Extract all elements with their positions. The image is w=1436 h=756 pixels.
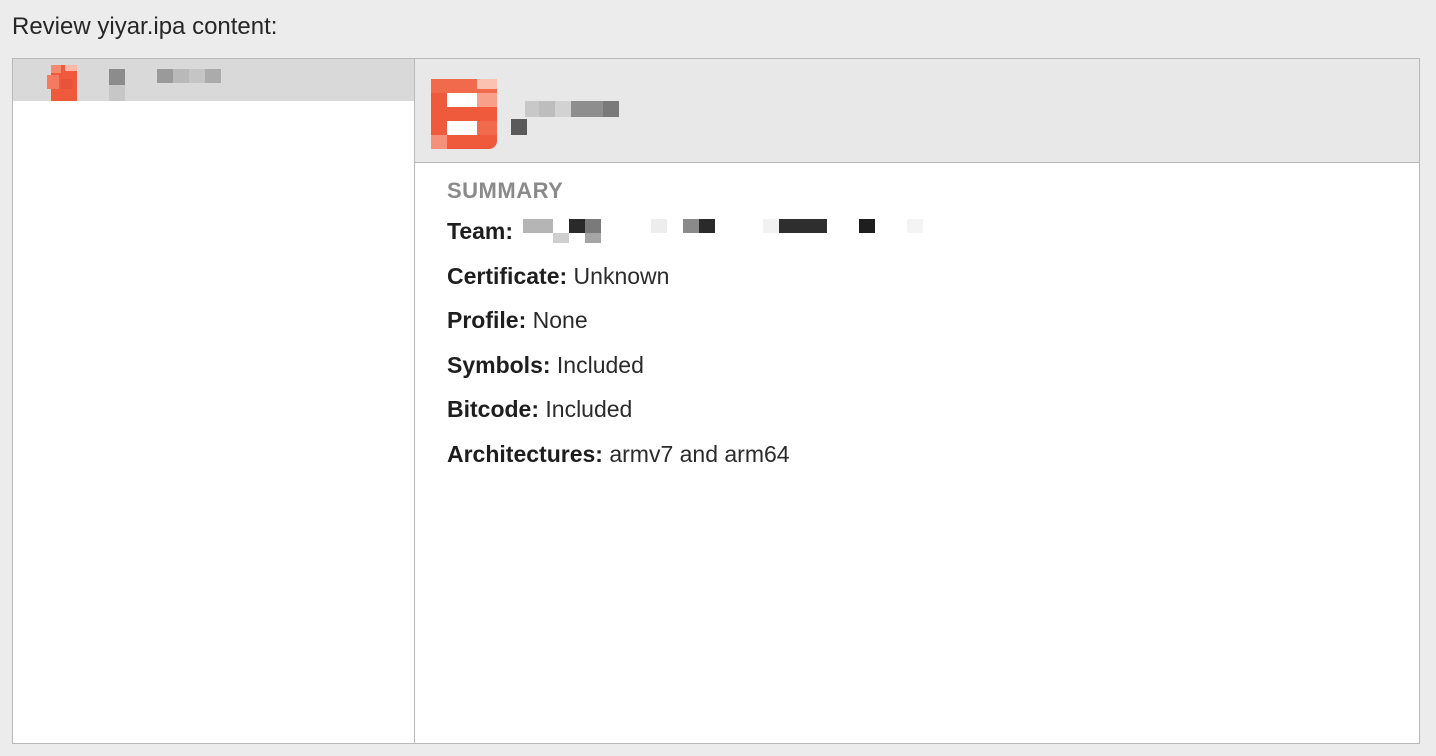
profile-row: Profile: None	[447, 306, 1399, 334]
redacted-app-label	[109, 69, 239, 101]
bitcode-label: Bitcode:	[447, 396, 546, 422]
review-window: Review yiyar.ipa content: SUMMARY Team: …	[0, 0, 1436, 756]
review-heading: Review yiyar.ipa content:	[12, 13, 278, 40]
architectures-value: armv7 and arm64	[609, 440, 790, 467]
bitcode-value: Included	[545, 396, 633, 422]
app-icon	[431, 79, 497, 149]
redacted-team-value	[519, 217, 939, 245]
detail-pane: SUMMARY Team: Certificate: Unknown Profi…	[415, 59, 1419, 743]
certificate-label: Certificate:	[447, 262, 574, 289]
profile-label: Profile:	[447, 307, 533, 333]
certificate-value: Unknown	[573, 262, 670, 289]
team-label: Team:	[447, 218, 514, 244]
architectures-label: Architectures:	[447, 440, 610, 467]
symbols-value: Included	[556, 351, 644, 378]
bitcode-row: Bitcode: Included	[447, 395, 1399, 423]
app-list-item[interactable]	[13, 59, 414, 101]
app-icon	[47, 65, 79, 101]
profile-value: None	[532, 307, 588, 333]
certificate-row: Certificate: Unknown	[447, 262, 1399, 290]
symbols-label: Symbols:	[447, 351, 557, 378]
team-row: Team:	[447, 217, 1399, 245]
detail-header	[415, 59, 1419, 163]
app-list-sidebar[interactable]	[13, 59, 415, 743]
content-frame: SUMMARY Team: Certificate: Unknown Profi…	[12, 58, 1420, 744]
symbols-row: Symbols: Included	[447, 351, 1399, 379]
redacted-app-name	[511, 101, 651, 137]
summary-title: SUMMARY	[447, 178, 564, 203]
summary-section: SUMMARY Team: Certificate: Unknown Profi…	[447, 177, 1399, 484]
architectures-row: Architectures: armv7 and arm64	[447, 440, 1399, 468]
